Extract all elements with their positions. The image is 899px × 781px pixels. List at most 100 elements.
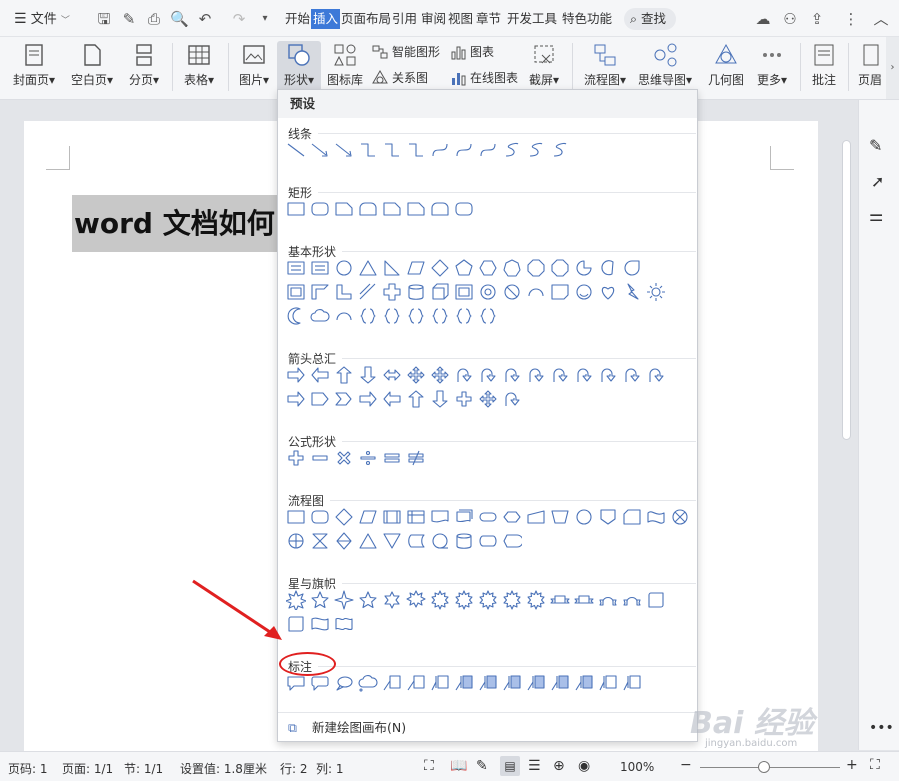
zoom-in-icon[interactable]: + [846,757,858,773]
shape-diamond-icon[interactable] [334,507,354,527]
cover-page-button[interactable]: 封面页▾ [8,41,60,95]
ribbon-scroll-right-icon[interactable]: › [886,37,899,99]
shape-drum-icon[interactable] [478,531,498,551]
shape-intstore-icon[interactable] [406,507,426,527]
shape-diamond-icon[interactable] [430,258,450,278]
shape-pie-icon[interactable] [574,258,594,278]
shape-orj-icon[interactable] [286,531,306,551]
shape-arrL-icon[interactable] [310,365,330,385]
shape-callAcc-icon[interactable] [526,673,546,693]
shape-frame-icon[interactable] [286,282,306,302]
shape-sort-icon[interactable] [334,531,354,551]
zoom-level[interactable]: 100% [620,760,654,774]
format-painter-icon[interactable]: ✎ [120,10,138,28]
shape-display-icon[interactable] [502,531,522,551]
shape-sun-icon[interactable] [646,282,666,302]
share-user-icon[interactable]: ⚇ [781,10,799,28]
shape-arrR-icon[interactable] [286,365,306,385]
shape-ribbon-icon[interactable] [550,590,570,610]
shape-dwave-icon[interactable] [334,614,354,634]
shape-uturn-icon[interactable] [598,365,618,385]
shape-uturn-icon[interactable] [502,389,522,409]
shape-uturn-icon[interactable] [478,365,498,385]
shape-callR-icon[interactable] [286,673,306,693]
zoom-slider-thumb[interactable] [758,761,770,773]
shape-round1-icon[interactable] [430,199,450,219]
shape-callRR-icon[interactable] [310,673,330,693]
shape-cross-icon[interactable] [382,282,402,302]
shape-curve-icon[interactable] [478,140,498,160]
shape-star5-icon[interactable] [310,590,330,610]
tab-special[interactable]: 特色功能 [561,9,613,29]
shape-callAcc-icon[interactable] [502,673,522,693]
shape-elbow-icon[interactable] [382,140,402,160]
shape-uturn-icon[interactable] [502,365,522,385]
shape-elbow-icon[interactable] [406,140,426,160]
shape-arrLR-icon[interactable] [382,365,402,385]
tab-page-layout[interactable]: 页面布局 [340,9,392,29]
shape-callC-icon[interactable] [358,673,378,693]
shape-ribbon-icon[interactable] [574,590,594,610]
shape-callL-icon[interactable] [382,673,402,693]
shape-manin-icon[interactable] [526,507,546,527]
shape-doc-icon[interactable] [430,507,450,527]
scrollbar-thumb[interactable] [842,140,851,440]
shape-arr4-icon[interactable] [406,365,426,385]
shape-nosym-icon[interactable] [502,282,522,302]
shape-manop-icon[interactable] [550,507,570,527]
web-view-icon[interactable]: ⊕ [553,758,565,774]
shape-starN-icon[interactable] [478,590,498,610]
new-drawing-canvas-button[interactable]: ⧉ 新建绘图画布(N) [278,712,697,742]
shape-arr4-icon[interactable] [430,365,450,385]
shape-pent-icon[interactable] [454,258,474,278]
shape-hex-icon[interactable] [478,258,498,278]
shape-arrR-icon[interactable] [286,389,306,409]
shape-star6-icon[interactable] [382,590,402,610]
shape-seqacc-icon[interactable] [430,531,450,551]
shape-mult-icon[interactable] [334,448,354,468]
shape-div-icon[interactable] [358,448,378,468]
shape-tape-icon[interactable] [646,507,666,527]
shape-tri-icon[interactable] [358,258,378,278]
status-row[interactable]: 行: 2 [280,760,308,777]
shape-callL-icon[interactable] [406,673,426,693]
shape-neq-icon[interactable] [406,448,426,468]
shape-uturn-icon[interactable] [526,365,546,385]
shape-multidoc-icon[interactable] [454,507,474,527]
shape-uturn-icon[interactable] [550,365,570,385]
share-icon[interactable]: ⇪ [808,10,826,28]
shape-magdisk-icon[interactable] [454,531,474,551]
shape-curve-icon[interactable] [430,140,450,160]
shape-bevel-icon[interactable] [454,282,474,302]
shape-pentarr-icon[interactable] [310,389,330,409]
shape-rtri-icon[interactable] [382,258,402,278]
focus-mode-icon[interactable]: ⛶ [424,758,434,774]
shape-snip-icon[interactable] [406,199,426,219]
shape-plus-icon[interactable] [454,389,474,409]
shape-uturn-icon[interactable] [574,365,594,385]
edit-pen-icon[interactable]: ✎ [869,136,882,155]
shape-rect-icon[interactable] [286,199,306,219]
shape-ribbonU-icon[interactable] [622,590,642,610]
shape-arrL-icon[interactable] [382,389,402,409]
reading-mode-icon[interactable]: 📖 [450,758,467,774]
shape-callLB-icon[interactable] [598,673,618,693]
tab-developer[interactable]: 开发工具 [506,9,558,29]
shape-halfframe-icon[interactable] [310,282,330,302]
mindmap-button[interactable]: 思维导图▾ [636,41,694,95]
shape-callAcc-icon[interactable] [454,673,474,693]
shape-arrU-icon[interactable] [334,365,354,385]
shape-brk-icon[interactable] [454,306,474,326]
shape-arrU-icon[interactable] [406,389,426,409]
more-menu-icon[interactable]: ⋮ [842,10,860,28]
shape-curve-icon[interactable] [454,140,474,160]
shape-hept-icon[interactable] [502,258,522,278]
print-icon[interactable]: ⎙ [145,10,163,28]
shape-collate-icon[interactable] [310,531,330,551]
shape-squig-icon[interactable] [526,140,546,160]
undo-icon[interactable]: ↶ [196,10,214,28]
shape-arrowline-icon[interactable] [334,140,354,160]
select-cursor-icon[interactable]: ➚ [871,172,884,191]
header-footer-button[interactable]: 页眉 [854,41,886,95]
shape-wave-icon[interactable] [310,614,330,634]
